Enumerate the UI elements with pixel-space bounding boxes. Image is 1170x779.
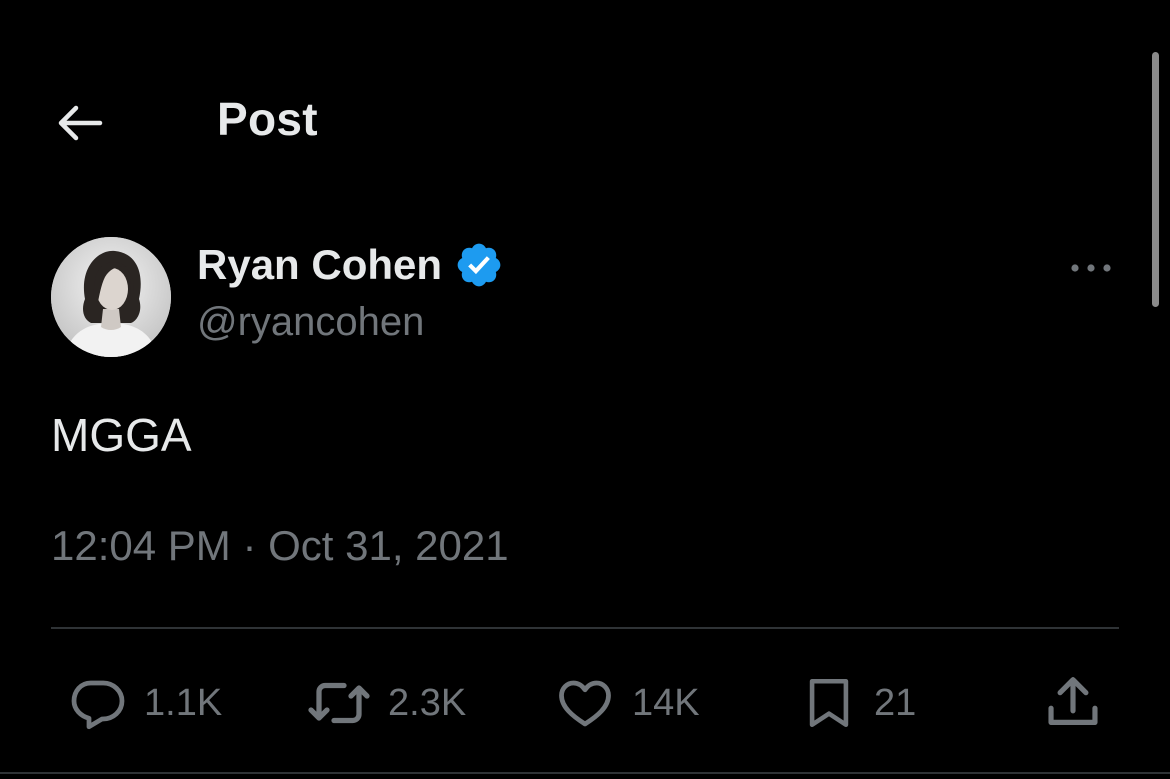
repost-count: 2.3K [388, 681, 467, 724]
back-button[interactable] [52, 96, 106, 150]
post-timestamp: 12:04 PM · Oct 31, 2021 [51, 522, 509, 570]
repost-button[interactable]: 2.3K [306, 668, 466, 738]
arrow-left-icon [58, 105, 103, 141]
bottom-divider [0, 772, 1170, 774]
repost-icon [308, 682, 370, 724]
scrollbar[interactable] [1152, 52, 1159, 307]
share-button[interactable] [1042, 668, 1104, 738]
post-time[interactable]: 12:04 PM [51, 522, 231, 569]
bookmark-icon [809, 678, 849, 728]
more-dots-icon [1071, 264, 1111, 272]
post-date[interactable]: Oct 31, 2021 [268, 522, 509, 569]
reply-bubble-icon [71, 680, 125, 730]
reply-button[interactable]: 1.1K [66, 668, 222, 738]
share-icon [1048, 677, 1098, 725]
author-handle[interactable]: @ryancohen [197, 300, 504, 345]
reply-count: 1.1K [144, 681, 223, 724]
like-count: 14K [632, 681, 700, 724]
author-name[interactable]: Ryan Cohen [197, 241, 442, 289]
meta-separator: · [242, 522, 257, 569]
post-text: MGGA [51, 409, 192, 461]
divider [51, 627, 1119, 629]
more-options-button[interactable] [1064, 248, 1118, 288]
heart-icon [559, 680, 611, 727]
verified-badge-icon [454, 240, 504, 290]
page-title: Post [217, 93, 318, 145]
bookmark-count: 21 [874, 681, 917, 724]
action-bar: 1.1K 2.3K 14K 21 [0, 668, 1170, 738]
bookmark-button[interactable]: 21 [800, 668, 916, 738]
like-button[interactable]: 14K [554, 668, 700, 738]
avatar[interactable] [51, 237, 171, 357]
